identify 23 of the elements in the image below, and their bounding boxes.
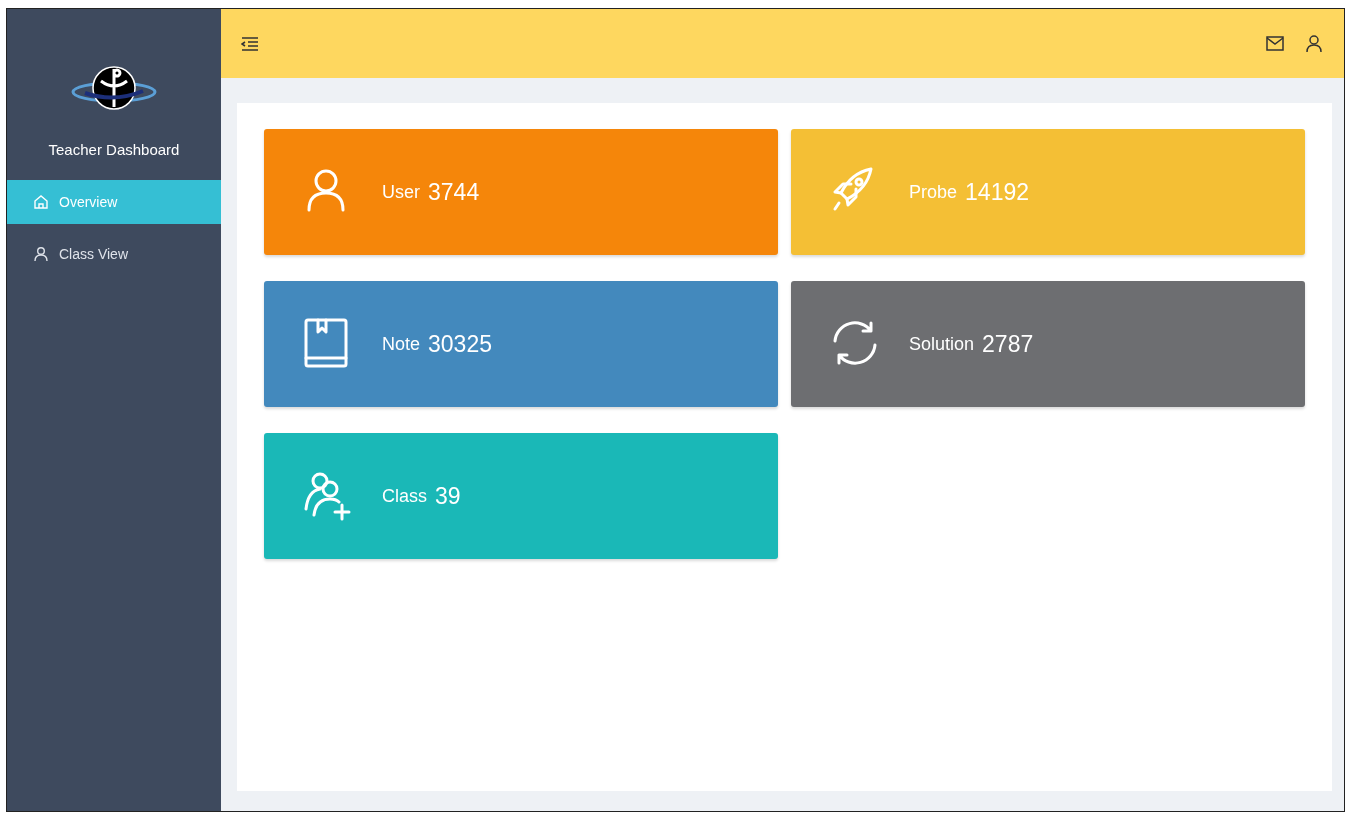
stat-card[interactable]: Note 30325 <box>264 281 778 407</box>
mail-icon[interactable] <box>1266 36 1284 51</box>
menu-fold-icon[interactable] <box>241 35 259 52</box>
stat-card[interactable]: User 3744 <box>264 129 778 255</box>
card-count: 39 <box>435 482 461 510</box>
dashboard-title: Teacher Dashboard <box>47 141 181 158</box>
nav-item[interactable]: Overview <box>7 180 221 224</box>
stat-card[interactable]: Solution 2787 <box>791 281 1305 407</box>
card-count: 14192 <box>965 178 1029 206</box>
card-count: 3744 <box>428 178 480 206</box>
card-label: Class <box>382 485 427 507</box>
home-icon <box>33 194 49 210</box>
card-label: Probe <box>909 181 958 203</box>
card-label: Solution <box>909 333 975 355</box>
card-label: Note <box>382 333 421 355</box>
nav-item[interactable]: Class View <box>7 232 221 276</box>
card-label: User <box>382 181 420 203</box>
stat-card[interactable]: Class 39 <box>264 433 778 559</box>
user-icon <box>33 246 49 262</box>
card-count: 30325 <box>428 330 492 358</box>
stat-card[interactable]: Probe 14192 <box>791 129 1305 255</box>
card-count: 2787 <box>982 330 1034 358</box>
user-icon[interactable] <box>1306 35 1322 52</box>
